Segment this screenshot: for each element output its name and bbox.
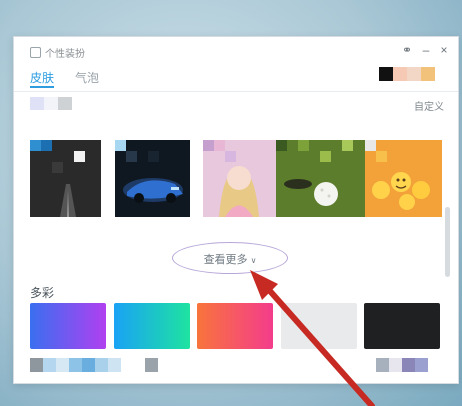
- tab-skin[interactable]: 皮肤: [30, 69, 54, 86]
- personalize-window: 个性装扮 ⚭ – × 皮肤 气泡 自定义 查看更多 ∨ 多彩: [13, 36, 459, 384]
- divider: [14, 91, 458, 92]
- see-more-button[interactable]: 查看更多 ∨: [172, 242, 288, 274]
- swatch-cream[interactable]: [407, 67, 421, 81]
- skin-thumb-dark-road[interactable]: [30, 140, 101, 217]
- strip-cell: [415, 358, 428, 372]
- skin-thumb-blue-car[interactable]: [115, 140, 190, 217]
- color-card-orange-pink[interactable]: [197, 303, 273, 349]
- custom-link[interactable]: 自定义: [414, 98, 444, 113]
- chevron-down-icon: ∨: [250, 256, 257, 265]
- close-button[interactable]: ×: [437, 43, 451, 57]
- strip-cell: [145, 358, 158, 372]
- skin-thumb-emoji[interactable]: [365, 140, 442, 217]
- strip-cell: [95, 358, 108, 372]
- active-tab-indicator: [30, 86, 54, 88]
- section-title-colorful: 多彩: [30, 286, 55, 300]
- golf-ball-image: [276, 140, 365, 217]
- scrollbar[interactable]: [445, 207, 450, 277]
- strip-cell: [56, 358, 69, 372]
- strip-cell: [376, 358, 389, 372]
- strip-cell: [30, 358, 43, 372]
- strip-cell: [389, 358, 402, 372]
- color-strip-3: [376, 358, 446, 372]
- mini-block: [58, 97, 72, 110]
- see-more-text: 查看更多: [203, 254, 248, 266]
- skin-thumb-golf-ball[interactable]: [276, 140, 365, 217]
- color-strip-2: [145, 358, 175, 372]
- emoji-image: [365, 140, 442, 217]
- tab-bubble[interactable]: 气泡: [75, 69, 99, 86]
- color-card-light-gray[interactable]: [281, 303, 357, 349]
- mini-block: [44, 97, 58, 110]
- color-card-cyan-green[interactable]: [114, 303, 190, 349]
- app-icon: [30, 47, 41, 58]
- dark-road-image: [30, 140, 101, 217]
- strip-cell: [82, 358, 95, 372]
- title-bar: 个性装扮 ⚭ – ×: [14, 37, 458, 65]
- blue-car-image: [115, 140, 190, 217]
- minimize-button[interactable]: –: [419, 43, 433, 57]
- mini-block: [30, 97, 44, 110]
- strip-cell: [69, 358, 82, 372]
- strip-cell: [43, 358, 56, 372]
- color-strip-1: [30, 358, 140, 372]
- anime-girl-image: [203, 140, 276, 217]
- see-more-label: 查看更多 ∨: [173, 251, 287, 267]
- strip-cell: [108, 358, 121, 372]
- color-card-black[interactable]: [364, 303, 440, 349]
- skin-thumb-anime-girl[interactable]: [203, 140, 276, 217]
- user-icon[interactable]: ⚭: [400, 43, 414, 57]
- color-card-purple-blue[interactable]: [30, 303, 106, 349]
- swatch-peach[interactable]: [393, 67, 407, 81]
- window-title: 个性装扮: [45, 49, 85, 60]
- swatch-gold[interactable]: [421, 67, 435, 81]
- swatch-black[interactable]: [379, 67, 393, 81]
- strip-cell: [402, 358, 415, 372]
